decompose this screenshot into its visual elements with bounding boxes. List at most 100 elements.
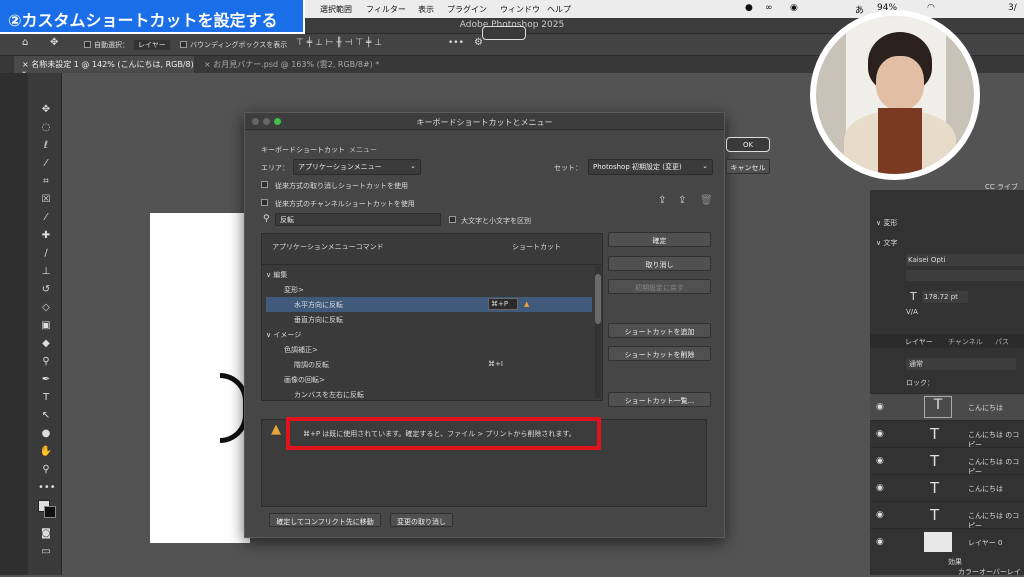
- background-color[interactable]: [44, 506, 56, 518]
- minimize-window-icon[interactable]: [263, 118, 270, 125]
- app-icon[interactable]: ◉: [790, 3, 798, 13]
- frame-tool-icon[interactable]: ☒: [38, 192, 54, 207]
- zoom-tool-icon[interactable]: ⚲: [38, 462, 54, 477]
- tab-menus[interactable]: メニュー: [349, 145, 377, 155]
- tab-document-2[interactable]: × お月見バナー.psd @ 163% (雲2, RGB/8#) *: [196, 56, 416, 73]
- healing-icon[interactable]: ✚: [38, 228, 54, 243]
- add-shortcut-button[interactable]: ショートカットを追加: [608, 323, 711, 338]
- tab-layers[interactable]: レイヤー: [905, 337, 933, 347]
- marquee-tool-icon[interactable]: ◌: [38, 120, 54, 135]
- legacy-channel-checkbox[interactable]: [261, 199, 268, 206]
- auto-select-checkbox[interactable]: [84, 41, 91, 48]
- layer-row[interactable]: ◉ T こんにちは のコピー: [870, 447, 1024, 476]
- document-canvas[interactable]: [150, 213, 250, 543]
- eye-icon[interactable]: ◉: [876, 510, 884, 520]
- eye-icon[interactable]: ◉: [876, 483, 884, 493]
- lasso-tool-icon[interactable]: ℓ: [38, 138, 54, 153]
- move-tool-icon[interactable]: ✥: [38, 102, 54, 117]
- summarize-button[interactable]: ショートカット一覧...: [608, 392, 711, 407]
- input-icon[interactable]: あ: [855, 3, 864, 16]
- table-row[interactable]: 色調補正>: [284, 342, 614, 357]
- hand-tool-icon[interactable]: ✋: [38, 444, 54, 459]
- type-tool-icon[interactable]: T: [38, 390, 54, 405]
- pen-tool-icon[interactable]: ✒: [38, 372, 54, 387]
- search-input[interactable]: 反転: [275, 213, 441, 226]
- font-style-field[interactable]: [906, 270, 1024, 281]
- ok-button[interactable]: [482, 26, 526, 40]
- eye-icon[interactable]: ◉: [876, 429, 884, 439]
- area-select[interactable]: アプリケーションメニュー ⌄: [293, 159, 421, 175]
- stamp-tool-icon[interactable]: ⊥: [38, 264, 54, 279]
- bbox-checkbox[interactable]: [180, 41, 187, 48]
- screen-mode-icon[interactable]: ▭: [38, 544, 54, 559]
- menu-filter[interactable]: フィルター: [366, 4, 406, 15]
- layer-row[interactable]: ◉ T こんにちは: [870, 393, 1024, 420]
- delete-shortcut-button[interactable]: ショートカットを削除: [608, 346, 711, 361]
- close-window-icon[interactable]: [252, 118, 259, 125]
- font-family-field[interactable]: Kaisei Opti: [906, 254, 1024, 266]
- eyedropper-icon[interactable]: ⁄: [38, 210, 54, 225]
- shape-tool-icon[interactable]: ●: [38, 426, 54, 441]
- table-row[interactable]: 画像の回転>: [284, 372, 614, 387]
- accept-button[interactable]: 確定: [608, 232, 711, 247]
- table-row[interactable]: ∨ 編集: [266, 267, 596, 282]
- ok-button[interactable]: OK: [726, 137, 770, 152]
- type-section[interactable]: ∨ 文字: [876, 238, 1024, 248]
- quick-mask-icon[interactable]: ◙: [38, 526, 54, 541]
- trash-icon[interactable]: 🗑: [700, 195, 713, 206]
- tab-document-1[interactable]: × 名称未設定 1 @ 142% (こんにちは, RGB/8) *: [14, 56, 194, 79]
- brush-tool-icon[interactable]: ∕: [38, 246, 54, 261]
- font-size-field[interactable]: 178.72 pt: [922, 291, 968, 303]
- creative-cloud-icon[interactable]: ∞: [765, 3, 773, 13]
- save-set-icon[interactable]: ⇪: [658, 195, 666, 206]
- layer-row[interactable]: ◉ T こんにちは: [870, 474, 1024, 501]
- transform-section[interactable]: ∨ 変形: [876, 218, 1024, 228]
- cancel-button[interactable]: キャンセル: [726, 159, 770, 174]
- table-row[interactable]: カンバスを左右に反転: [294, 387, 624, 400]
- gear-icon[interactable]: ⚙: [474, 37, 483, 48]
- goto-conflict-button[interactable]: 確定してコンフリクト先に移動: [269, 513, 381, 527]
- path-select-icon[interactable]: ↖: [38, 408, 54, 423]
- blend-mode-select[interactable]: 通常: [906, 358, 1016, 370]
- undo-changes-button[interactable]: 変更の取り消し: [390, 513, 453, 527]
- menu-select[interactable]: 選択範囲: [320, 4, 352, 15]
- dodge-tool-icon[interactable]: ⚲: [38, 354, 54, 369]
- set-select[interactable]: Photoshop 初期設定 (変更) ⌄: [588, 159, 713, 175]
- reset-default-button[interactable]: 初期設定に戻す: [608, 279, 711, 294]
- case-sensitive-checkbox[interactable]: [449, 216, 456, 223]
- layer-row[interactable]: ◉ T こんにちは のコピー: [870, 420, 1024, 449]
- table-row[interactable]: 階調の反転 ⌘+I: [294, 357, 624, 372]
- more-icon[interactable]: •••: [448, 38, 464, 48]
- table-row[interactable]: ∨ イメージ: [266, 327, 596, 342]
- table-row-selected[interactable]: 水平方向に反転 ⌘+P ▲: [266, 297, 592, 312]
- menu-help[interactable]: ヘルプ: [547, 4, 571, 15]
- align-icons[interactable]: ⊤ ╪ ⊥ ⊢ ╫ ⊣ ⊤ ╪ ⊥: [296, 38, 382, 48]
- eye-icon[interactable]: ◉: [876, 402, 884, 412]
- legacy-undo-checkbox[interactable]: [261, 181, 268, 188]
- quick-select-icon[interactable]: ⁄: [38, 156, 54, 171]
- wifi-icon[interactable]: ◠: [927, 3, 935, 13]
- menu-plugins[interactable]: プラグイン: [447, 4, 487, 15]
- eraser-tool-icon[interactable]: ◇: [38, 300, 54, 315]
- new-set-icon[interactable]: ⇪: [678, 195, 686, 206]
- table-row[interactable]: 変形>: [284, 282, 614, 297]
- menu-window[interactable]: ウィンドウ: [500, 4, 540, 15]
- crop-tool-icon[interactable]: ⌗: [38, 174, 54, 189]
- close-icon[interactable]: ×: [22, 60, 31, 69]
- undo-button[interactable]: 取り消し: [608, 256, 711, 271]
- table-row[interactable]: 垂直方向に反転: [294, 312, 624, 327]
- table-scrollbar[interactable]: [595, 266, 601, 398]
- more-tools-icon[interactable]: •••: [38, 480, 56, 495]
- tab-channels[interactable]: チャンネル: [948, 337, 983, 347]
- scroll-thumb[interactable]: [595, 274, 601, 324]
- close-icon[interactable]: ×: [204, 60, 213, 69]
- move-tool-icon[interactable]: ✥: [50, 37, 58, 48]
- menu-view[interactable]: 表示: [418, 4, 434, 15]
- shortcut-input[interactable]: ⌘+P: [488, 298, 518, 310]
- auto-select-dropdown[interactable]: レイヤー: [134, 40, 170, 50]
- history-brush-icon[interactable]: ↺: [38, 282, 54, 297]
- gradient-tool-icon[interactable]: ▣: [38, 318, 54, 333]
- layer-row[interactable]: ◉ T こんにちは のコピー: [870, 501, 1024, 530]
- tab-keyboard-shortcuts[interactable]: キーボードショートカット: [261, 145, 345, 155]
- layer-row[interactable]: ◉ レイヤー 0: [870, 528, 1024, 555]
